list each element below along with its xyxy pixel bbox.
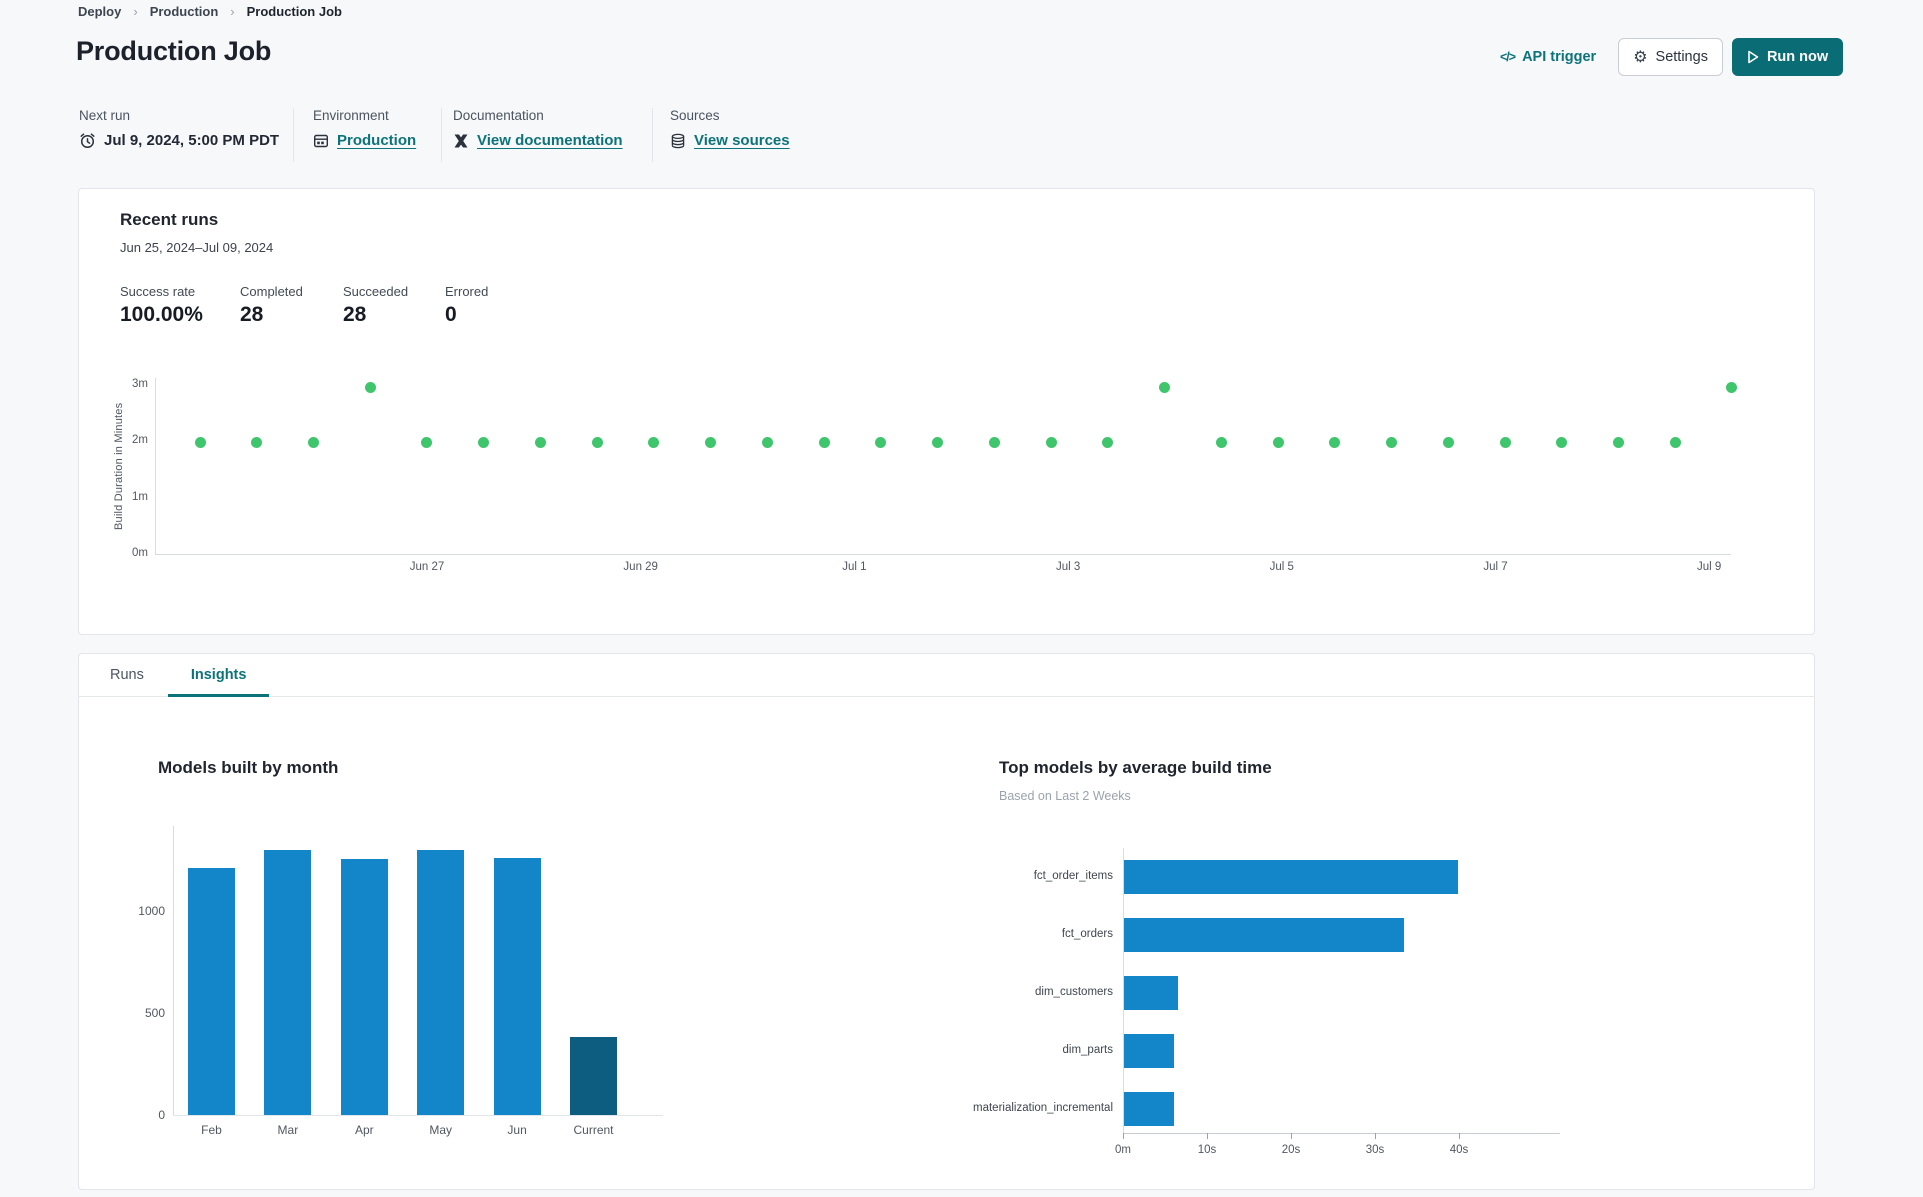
tab-runs[interactable]: Runs (96, 653, 158, 696)
divider (293, 108, 294, 162)
stat-completed: Completed 28 (240, 284, 303, 327)
recent-runs-date-range: Jun 25, 2024–Jul 09, 2024 (120, 240, 274, 255)
environment-icon (314, 134, 329, 147)
models-by-month-title: Models built by month (158, 758, 339, 777)
meta-label: Environment (313, 108, 389, 123)
dbt-docs-icon (454, 134, 468, 147)
meta-label: Next run (79, 108, 131, 123)
chevron-right-icon: › (230, 4, 235, 19)
stat-label: Succeeded (343, 284, 409, 299)
next-run-value: Jul 9, 2024, 5:00 PM PDT (104, 132, 280, 149)
meta-label: Sources (670, 108, 720, 123)
settings-button[interactable]: ⚙ Settings (1618, 38, 1723, 76)
stat-label: Completed (240, 284, 303, 299)
stat-value: 28 (240, 303, 264, 326)
meta-documentation: Documentation View documentation (453, 108, 623, 149)
insights-panel-card (78, 653, 1815, 1190)
breadcrumb-deploy[interactable]: Deploy (78, 4, 121, 19)
stat-label: Success rate (120, 284, 196, 299)
environment-link[interactable]: Production (337, 132, 416, 149)
view-sources-link[interactable]: View sources (694, 132, 790, 149)
divider (652, 108, 653, 162)
stat-success-rate: Success rate 100.00% (120, 284, 203, 327)
gear-icon: ⚙ (1633, 47, 1648, 66)
breadcrumb: Deploy › Production › Production Job (78, 4, 342, 19)
play-icon (1748, 50, 1759, 64)
meta-next-run: Next run Jul 9, 2024, 5:00 PM PDT (79, 108, 279, 149)
api-trigger-label: API trigger (1522, 49, 1597, 65)
header-actions: </> API trigger ⚙ Settings Run now (1500, 38, 1844, 76)
page-title: Production Job (76, 36, 272, 66)
production-job-page: Deploy › Production › Production Job Pro… (0, 0, 1923, 1197)
stat-succeeded: Succeeded 28 (343, 284, 408, 327)
recent-runs-title: Recent runs (120, 210, 219, 229)
top-models-subtitle: Based on Last 2 Weeks (999, 789, 1131, 803)
api-trigger-link[interactable]: </> API trigger (1500, 49, 1596, 65)
meta-sources: Sources View sources (670, 108, 790, 149)
stat-errored: Errored 0 (445, 284, 488, 327)
tab-insights[interactable]: Insights (167, 653, 270, 697)
scatter-y-axis-title: Build Duration in Minutes (113, 402, 125, 530)
settings-label: Settings (1655, 49, 1708, 65)
breadcrumb-production[interactable]: Production (150, 4, 219, 19)
tab-bar: Runs Insights (78, 653, 1815, 697)
view-documentation-link[interactable]: View documentation (477, 132, 623, 149)
recent-runs-card (78, 188, 1815, 635)
stat-value: 100.00% (120, 303, 203, 326)
stat-value: 0 (445, 303, 457, 326)
stat-value: 28 (343, 303, 367, 326)
meta-label: Documentation (453, 108, 544, 123)
stat-label: Errored (445, 284, 489, 299)
divider (441, 108, 442, 162)
run-now-label: Run now (1766, 49, 1829, 65)
meta-environment: Environment Production (313, 108, 416, 149)
chevron-right-icon: › (133, 4, 138, 19)
alarm-clock-icon (80, 133, 95, 149)
breadcrumb-current: Production Job (246, 4, 342, 19)
code-icon: </> (1500, 50, 1516, 64)
database-icon (671, 133, 685, 148)
top-models-title: Top models by average build time (999, 758, 1272, 777)
run-now-button[interactable]: Run now (1731, 38, 1844, 76)
